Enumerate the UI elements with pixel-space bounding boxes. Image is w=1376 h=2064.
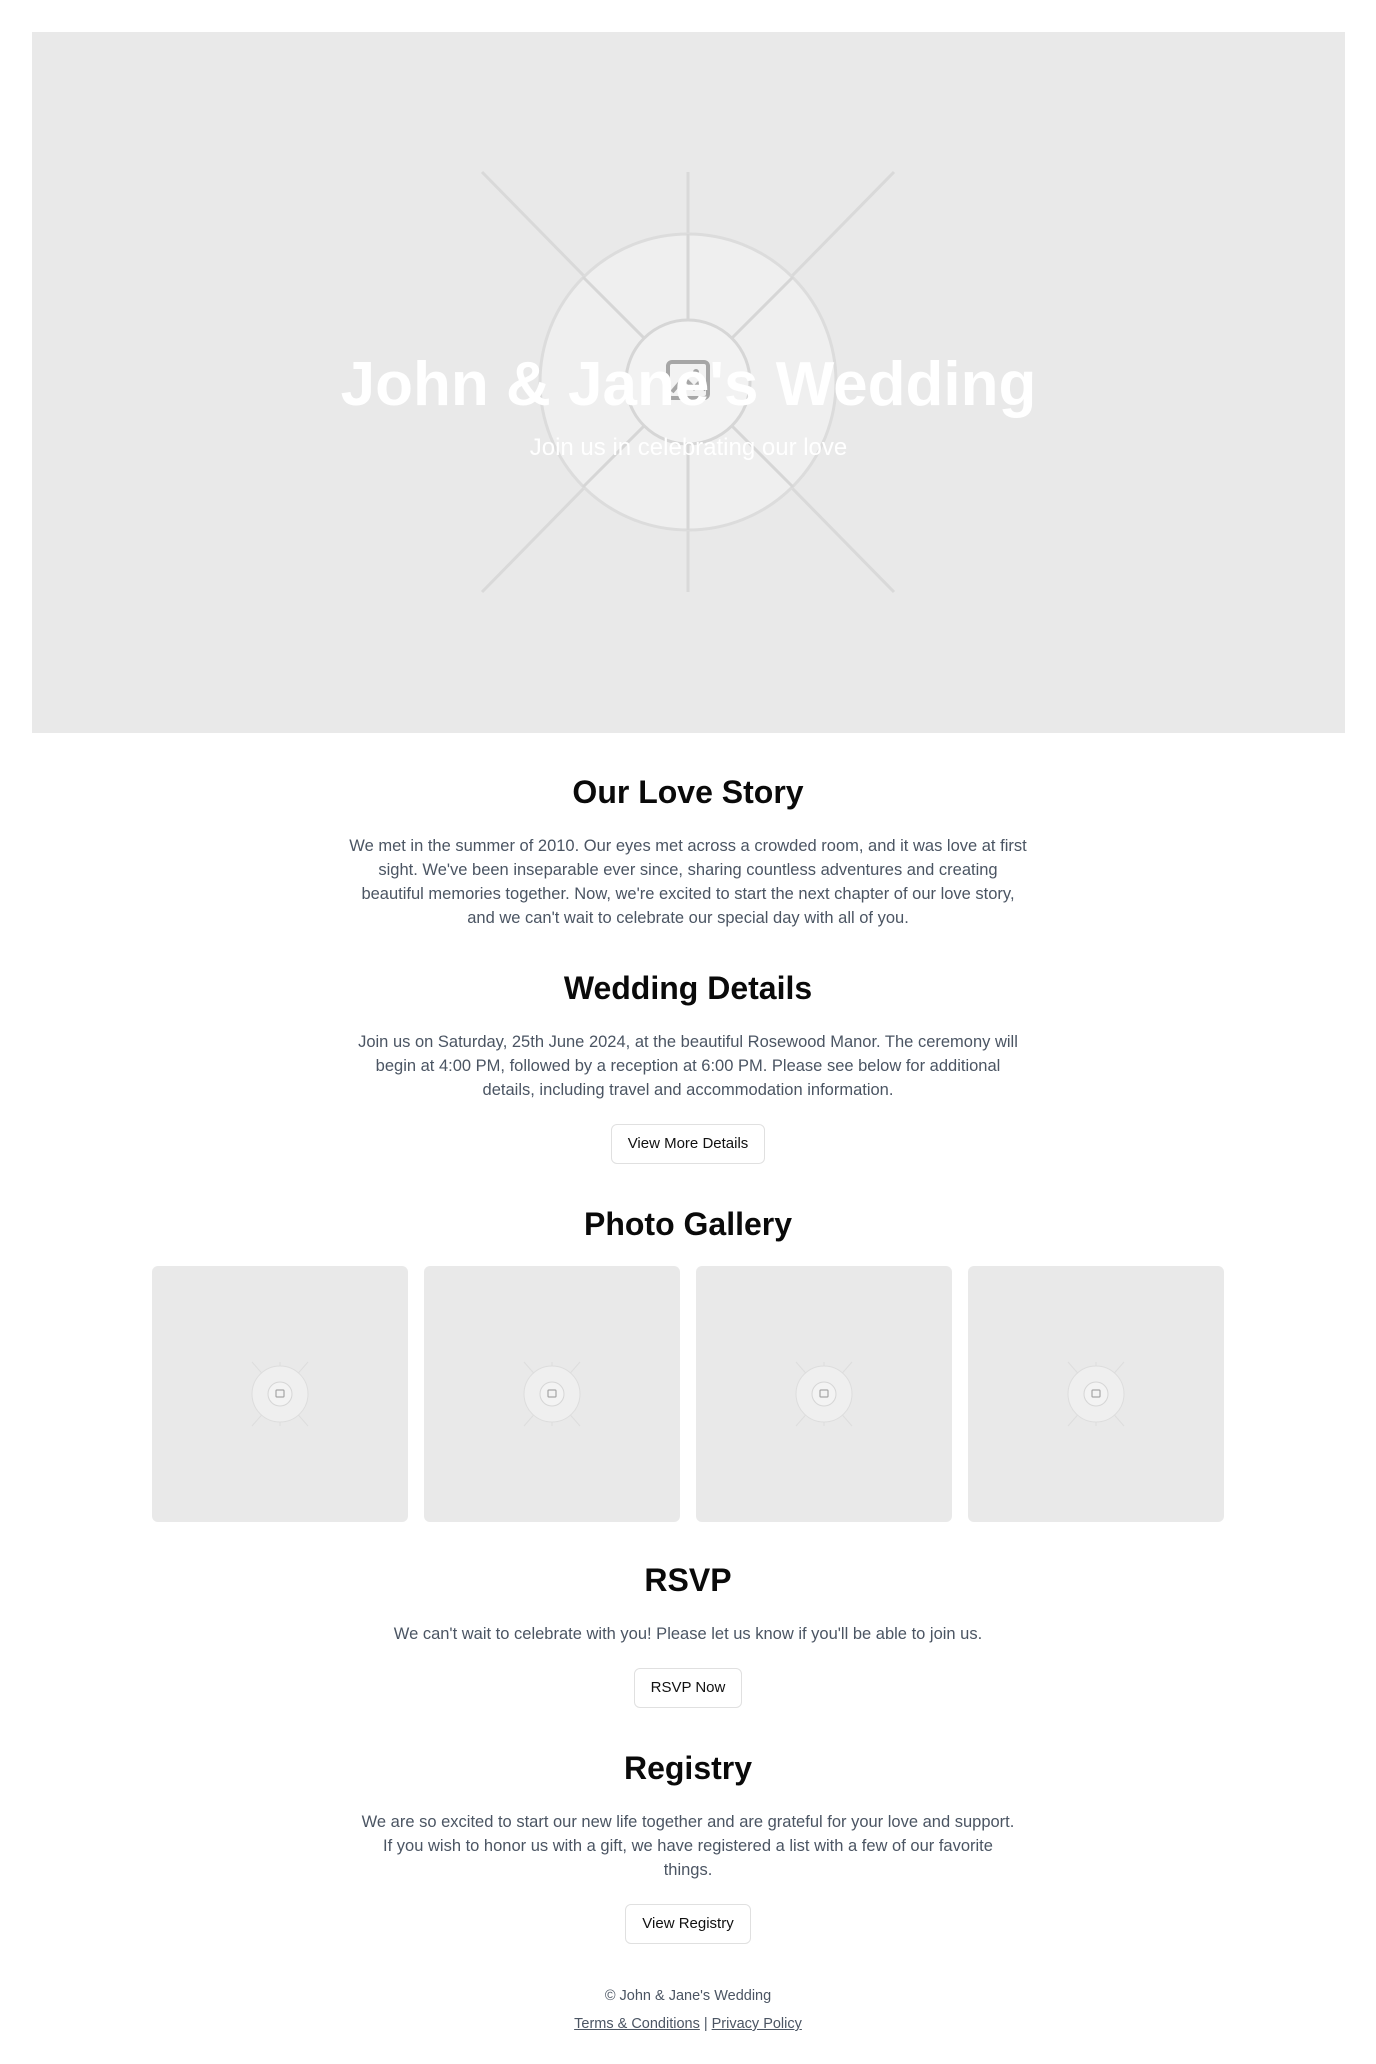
wedding-details-text: Join us on Saturday, 25th June 2024, at … — [358, 1033, 1018, 1099]
footer-links: Terms & Conditions | Privacy Policy — [0, 2014, 1376, 2034]
photo-gallery-heading-wrap: Photo Gallery — [0, 1208, 1376, 1240]
view-registry-button[interactable]: View Registry — [625, 1904, 751, 1944]
image-placeholder-icon — [251, 1361, 309, 1427]
wedding-details-heading: Wedding Details — [563, 970, 813, 1006]
image-placeholder-icon — [795, 1361, 853, 1427]
image-placeholder-icon — [523, 1361, 581, 1427]
privacy-link[interactable]: Privacy Policy — [712, 2016, 802, 2032]
gallery-photo[interactable] — [696, 1266, 952, 1522]
copyright-text: © John & Jane's Wedding — [604, 1988, 772, 2004]
love-story-text: We met in the summer of 2010. Our eyes m… — [349, 837, 1027, 927]
gallery-photo[interactable] — [152, 1266, 408, 1522]
view-more-details-button[interactable]: View More Details — [610, 1124, 766, 1164]
image-placeholder-icon — [1067, 1361, 1125, 1427]
rsvp-now-button[interactable]: RSVP Now — [633, 1668, 743, 1708]
hero-title: John & Jane's Wedding — [340, 350, 1037, 419]
photo-gallery — [152, 1266, 1225, 1522]
gallery-photo[interactable] — [968, 1266, 1224, 1522]
footer: © John & Jane's Wedding Terms & Conditio… — [0, 1986, 1376, 2034]
love-story-heading: Our Love Story — [572, 774, 804, 810]
love-story-section: Our Love Story We met in the summer of 2… — [0, 776, 1376, 930]
registry-heading: Registry — [623, 1750, 753, 1786]
registry-text: We are so excited to start our new life … — [361, 1813, 1015, 1879]
rsvp-text: We can't wait to celebrate with you! Ple… — [393, 1625, 983, 1643]
rsvp-section: RSVP We can't wait to celebrate with you… — [0, 1564, 1376, 1708]
registry-section: Registry We are so excited to start our … — [0, 1752, 1376, 1944]
terms-link[interactable]: Terms & Conditions — [574, 2016, 700, 2032]
photo-gallery-heading: Photo Gallery — [583, 1206, 793, 1242]
wedding-details-section: Wedding Details Join us on Saturday, 25t… — [0, 972, 1376, 1164]
footer-separator: | — [703, 2016, 708, 2032]
hero-subtitle: Join us in celebrating our love — [529, 434, 848, 461]
hero-banner: John & Jane's Wedding Join us in celebra… — [32, 32, 1345, 733]
gallery-photo[interactable] — [424, 1266, 680, 1522]
rsvp-heading: RSVP — [644, 1562, 732, 1598]
